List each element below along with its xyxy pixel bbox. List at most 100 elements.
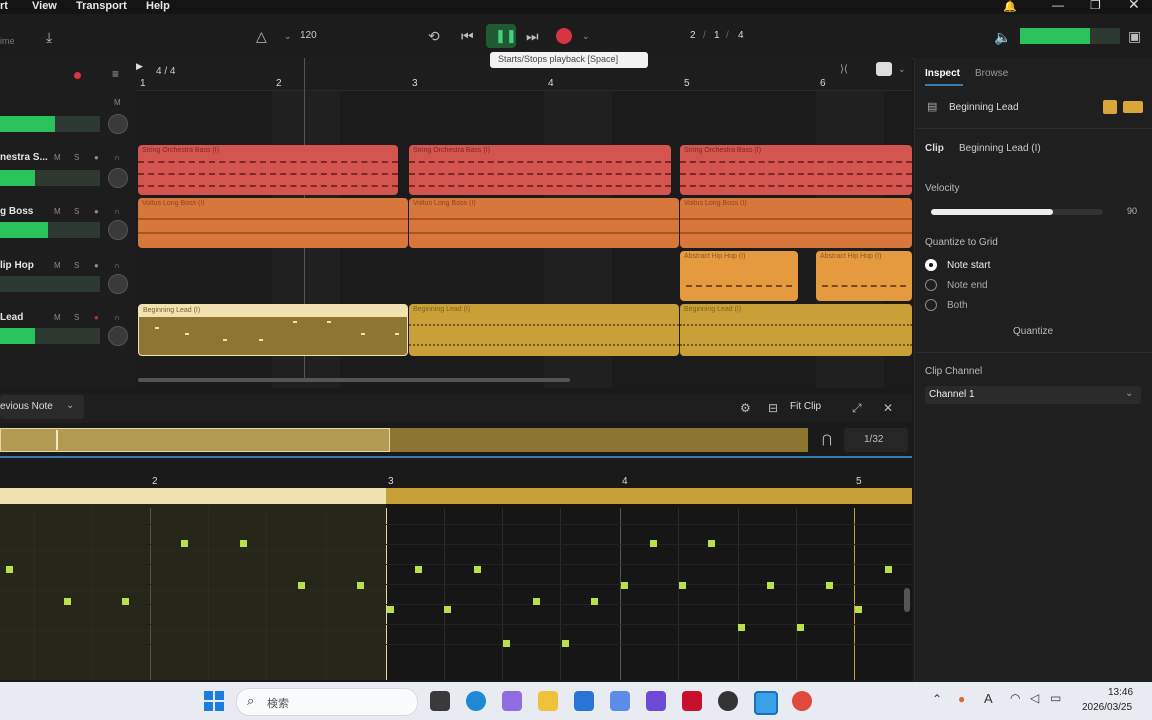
chrome-icon[interactable] [792, 691, 812, 711]
tempo-value[interactable]: 120 [300, 30, 317, 41]
expand-icon[interactable]: ⤢ [852, 401, 862, 415]
clip-boss[interactable]: Voltus Long Boss (I) [138, 198, 408, 248]
midi-note[interactable] [122, 598, 129, 605]
track-header[interactable]: lip Hop M S ● ∩ [0, 258, 136, 302]
piano-roll-ruler[interactable]: 2 3 4 5 [0, 460, 912, 488]
midi-note[interactable] [415, 566, 422, 573]
clip-hiphop[interactable]: Abstract Hip Hop (I) [680, 251, 798, 301]
clip-lead[interactable]: Beginning Lead (I) [409, 304, 679, 356]
midi-note[interactable] [533, 598, 540, 605]
ime-icon[interactable]: A [984, 691, 993, 706]
clip-header[interactable] [386, 488, 912, 504]
track-header[interactable]: M [0, 98, 136, 142]
track-volume-knob[interactable] [108, 220, 128, 240]
tray-chevron-icon[interactable]: ⌃ [932, 692, 942, 706]
grid-size-select[interactable]: 1/32 [844, 428, 908, 452]
clip-lead[interactable]: Beginning Lead (I) [680, 304, 912, 356]
midi-note[interactable] [885, 566, 892, 573]
instrument-icon[interactable] [1123, 101, 1143, 113]
mail-icon[interactable] [574, 691, 594, 711]
time-signature[interactable]: 4 / 4 [156, 66, 175, 77]
settings-icon[interactable]: ⚙ [740, 401, 751, 415]
track-header[interactable]: nestra S... M S ● ∩ [0, 150, 136, 194]
vertical-scrollbar[interactable] [904, 588, 910, 612]
midi-note[interactable] [826, 582, 833, 589]
track-header[interactable]: g Boss M S ● ∩ [0, 204, 136, 248]
clip-boss[interactable]: Voltus Long Boss (I) [409, 198, 679, 248]
midi-note[interactable] [387, 606, 394, 613]
option-note-start[interactable]: Note start [947, 260, 990, 271]
midi-note[interactable] [650, 540, 657, 547]
clip-strings[interactable]: String Orchestra Bass (I) [680, 145, 912, 195]
overview-window[interactable] [0, 428, 390, 452]
track-volume-knob[interactable] [108, 168, 128, 188]
midi-note[interactable] [562, 640, 569, 647]
record-chevron-icon[interactable]: ⌄ [582, 31, 590, 42]
notification-icon[interactable]: 🔔 [1003, 0, 1017, 14]
minimize-icon[interactable]: — [1052, 0, 1064, 12]
clock-date[interactable]: 2026/03/25 [1082, 702, 1132, 713]
clip-boss[interactable]: Voltus Long Boss (I) [680, 198, 912, 248]
horizontal-scrollbar[interactable] [138, 378, 570, 382]
export-icon[interactable]: ⤓ [46, 30, 52, 44]
restore-icon[interactable]: ❐ [1090, 0, 1101, 12]
metronome-icon[interactable]: △ [256, 29, 267, 43]
midi-note[interactable] [181, 540, 188, 547]
tab-browse[interactable]: Browse [975, 68, 1008, 79]
wifi-icon[interactable]: ◠ [1010, 691, 1020, 705]
midi-note[interactable] [240, 540, 247, 547]
start-icon[interactable] [204, 691, 224, 711]
taskbar-search[interactable]: ⌕ 検索 [236, 688, 418, 716]
track-list-menu-icon[interactable]: ≡ [112, 67, 119, 81]
close-editor-icon[interactable]: ✕ [883, 401, 893, 415]
clip-lead-selected[interactable]: Beginning Lead (I) [138, 304, 408, 356]
midi-note[interactable] [767, 582, 774, 589]
track-color-swatch[interactable] [1103, 100, 1117, 114]
menu-help[interactable]: Help [146, 0, 170, 12]
speaker-icon[interactable]: ◁ [1030, 691, 1039, 705]
radio-both[interactable] [925, 299, 937, 311]
midi-note[interactable] [474, 566, 481, 573]
file-explorer-icon[interactable] [538, 691, 558, 711]
tab-inspect[interactable]: Inspect [925, 68, 960, 79]
security-app-icon[interactable] [682, 691, 702, 711]
skip-forward-icon[interactable]: ⏭ [526, 29, 539, 43]
snap-toggle-icon[interactable] [876, 62, 892, 76]
store-icon[interactable] [610, 691, 630, 711]
task-view-icon[interactable] [430, 691, 450, 711]
radio-note-end[interactable] [925, 279, 937, 291]
volume-icon[interactable]: 🔈 [994, 30, 1011, 44]
menu-file[interactable]: rt [0, 0, 8, 12]
velocity-slider[interactable] [931, 209, 1103, 215]
skip-back-icon[interactable]: ⏮ [461, 29, 474, 43]
midi-note[interactable] [679, 582, 686, 589]
clip-overview[interactable] [0, 428, 808, 452]
zoom-fit-icon[interactable]: ⟩⟨ [840, 64, 848, 75]
clock-time[interactable]: 13:46 [1108, 687, 1133, 698]
selected-clip-header[interactable] [0, 488, 386, 504]
midi-note[interactable] [738, 624, 745, 631]
snap-chevron-icon[interactable]: ⌄ [898, 64, 906, 75]
fit-clip-icon[interactable]: ⊟ [768, 401, 778, 415]
snap-magnet-icon[interactable]: ⋂ [822, 432, 832, 446]
midi-note[interactable] [621, 582, 628, 589]
option-both[interactable]: Both [947, 300, 968, 311]
menu-view[interactable]: View [32, 0, 57, 12]
clip-strings[interactable]: String Orchestra Bass (I) [138, 145, 398, 195]
midi-note[interactable] [591, 598, 598, 605]
inspector-clip-name[interactable]: Beginning Lead (I) [959, 143, 1041, 154]
mic-icon[interactable]: ● [958, 692, 965, 706]
option-note-end[interactable]: Note end [947, 280, 988, 291]
midi-note[interactable] [797, 624, 804, 631]
clip-strings[interactable]: String Orchestra Bass (I) [409, 145, 671, 195]
midi-note[interactable] [64, 598, 71, 605]
midi-note[interactable] [298, 582, 305, 589]
record-button[interactable] [556, 28, 572, 44]
piano-roll[interactable]: 2 3 4 5 [0, 460, 912, 680]
midi-note[interactable] [357, 582, 364, 589]
note-mode-dropdown[interactable]: evious Note ⌄ [0, 395, 84, 419]
menu-transport[interactable]: Transport [76, 0, 127, 12]
edge-icon[interactable] [466, 691, 486, 711]
inspector-track-name[interactable]: Beginning Lead [949, 102, 1019, 113]
media-app-icon[interactable] [718, 691, 738, 711]
